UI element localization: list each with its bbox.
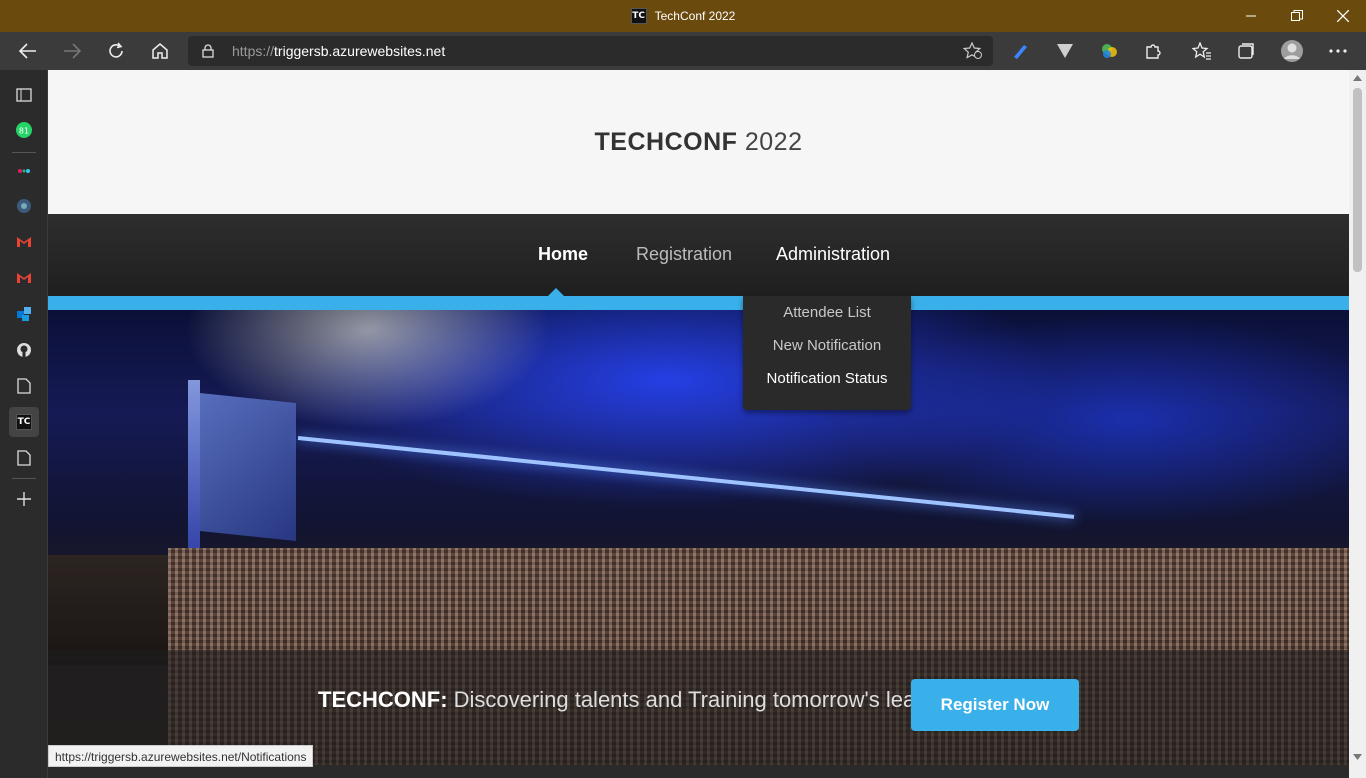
site-logo-strong: TECHCONF <box>594 128 738 156</box>
github-icon <box>17 343 31 357</box>
browser-toolbar: https://triggersb.azurewebsites.net <box>0 32 1366 70</box>
dropdown-attendee-list[interactable]: Attendee List <box>743 304 911 321</box>
sidebar-divider <box>12 478 36 479</box>
tagline-brand: TECHCONF: <box>318 687 448 712</box>
tab-actions-button[interactable] <box>9 80 39 110</box>
scrollbar-thumb[interactable] <box>1353 88 1362 272</box>
tab-actions-icon <box>16 88 32 102</box>
title-bar: TC TechConf 2022 <box>0 0 1366 32</box>
register-now-button[interactable]: Register Now <box>911 679 1079 731</box>
page-scrollbar[interactable] <box>1349 70 1366 778</box>
home-icon <box>152 43 168 59</box>
nav-registration[interactable]: Registration <box>636 244 732 265</box>
vertical-tabs-sidebar: 81 TC <box>0 70 48 778</box>
site-logo-year: 2022 <box>737 128 803 156</box>
hero-banner: TECHCONF: Discovering talents and Traini… <box>48 310 1349 778</box>
refresh-button[interactable] <box>101 36 131 66</box>
site-header: TECHCONF 2022 <box>48 70 1349 214</box>
tab-document-2[interactable] <box>9 443 39 473</box>
extension-color-button[interactable] <box>1094 36 1124 66</box>
tab-gmail-2[interactable] <box>9 263 39 293</box>
scroll-down-icon <box>1353 754 1362 760</box>
tab-whatsapp[interactable]: 81 <box>9 115 39 145</box>
forward-button[interactable] <box>57 36 87 66</box>
tab-techconf-active[interactable]: TC <box>9 407 39 437</box>
close-icon <box>1337 10 1349 22</box>
favorites-icon <box>1192 42 1211 60</box>
whatsapp-icon: 81 <box>16 122 32 138</box>
stage-screen <box>200 392 296 542</box>
avatar-icon <box>1281 40 1303 62</box>
lock-icon[interactable] <box>202 44 214 58</box>
window-title-area: TC TechConf 2022 <box>0 0 1366 32</box>
nav-home[interactable]: Home <box>538 244 588 265</box>
close-button[interactable] <box>1320 0 1366 32</box>
minimize-button[interactable] <box>1228 0 1274 32</box>
tab-gmail-1[interactable] <box>9 227 39 257</box>
neon-light-line <box>297 436 1075 519</box>
link-status-url: https://triggersb.azurewebsites.net/Noti… <box>48 745 314 767</box>
gmail-icon <box>17 273 31 283</box>
main-navbar: Home Registration Administration <box>48 214 1349 296</box>
tab-github[interactable] <box>9 335 39 365</box>
tab-document-1[interactable] <box>9 371 39 401</box>
whatsapp-badge: 81 <box>19 127 29 136</box>
dropdown-new-notification[interactable]: New Notification <box>743 337 911 354</box>
url-domain: triggersb.azurewebsites.net <box>274 43 446 59</box>
collections-icon <box>1238 43 1254 59</box>
nav-administration[interactable]: Administration <box>776 244 890 265</box>
profile-button[interactable] <box>1277 36 1307 66</box>
page-viewport: TECHCONF 2022 Home Registration Administ… <box>48 70 1349 778</box>
add-favorite-icon[interactable] <box>963 42 983 60</box>
accent-strip <box>48 296 1349 310</box>
restore-icon <box>1291 10 1303 21</box>
window-controls <box>1228 0 1366 32</box>
browser-window: TC TechConf 2022 https://triggersb.azure… <box>0 0 1366 778</box>
favorites-button[interactable] <box>1187 36 1217 66</box>
tagline-text: Discovering talents and Training tomorro… <box>447 687 958 712</box>
hero-tagline: TECHCONF: Discovering talents and Traini… <box>318 687 958 713</box>
document-icon <box>17 450 31 466</box>
tab-slack[interactable] <box>9 156 39 186</box>
dropdown-notification-status[interactable]: Notification Status <box>743 370 911 387</box>
tab-azure-devops[interactable] <box>9 299 39 329</box>
dots-app-icon <box>18 169 30 173</box>
new-tab-button[interactable] <box>9 484 39 514</box>
extensions-button[interactable] <box>1138 36 1168 66</box>
more-menu-button[interactable] <box>1323 36 1353 66</box>
more-icon <box>1329 49 1347 53</box>
extension-v-button[interactable] <box>1050 36 1080 66</box>
devops-icon <box>17 307 31 321</box>
home-button[interactable] <box>145 36 175 66</box>
refresh-icon <box>109 42 123 58</box>
stage-light-bar <box>188 380 200 550</box>
puzzle-icon <box>1146 44 1161 59</box>
back-arrow-icon <box>19 43 36 59</box>
tc-tab-icon: TC <box>16 414 32 430</box>
scroll-up-icon <box>1353 75 1362 81</box>
v-extension-icon <box>1057 44 1073 58</box>
color-extension-icon <box>1102 44 1117 58</box>
url-prefix: https:// <box>232 43 275 59</box>
pen-extension-icon <box>1014 45 1027 59</box>
site-logo[interactable]: TECHCONF 2022 <box>48 128 1349 157</box>
administration-dropdown: Attendee List New Notification Notificat… <box>743 296 911 410</box>
active-nav-caret <box>548 288 564 296</box>
tc-favicon-icon: TC <box>630 8 647 24</box>
forward-arrow-icon <box>64 43 81 59</box>
collections-button[interactable] <box>1231 36 1261 66</box>
globe-app-icon <box>17 199 31 213</box>
extension-pen-button[interactable] <box>1005 36 1035 66</box>
document-icon <box>17 378 31 394</box>
tab-globe-app[interactable] <box>9 191 39 221</box>
gmail-icon <box>17 237 31 247</box>
url-text[interactable]: https://triggersb.azurewebsites.net <box>232 36 445 66</box>
address-bar[interactable]: https://triggersb.azurewebsites.net <box>188 36 993 66</box>
window-title: TechConf 2022 <box>654 9 736 23</box>
restore-button[interactable] <box>1274 0 1320 32</box>
minimize-icon <box>1246 15 1256 17</box>
sidebar-divider <box>12 152 36 153</box>
plus-icon <box>17 492 31 506</box>
back-button[interactable] <box>13 36 43 66</box>
